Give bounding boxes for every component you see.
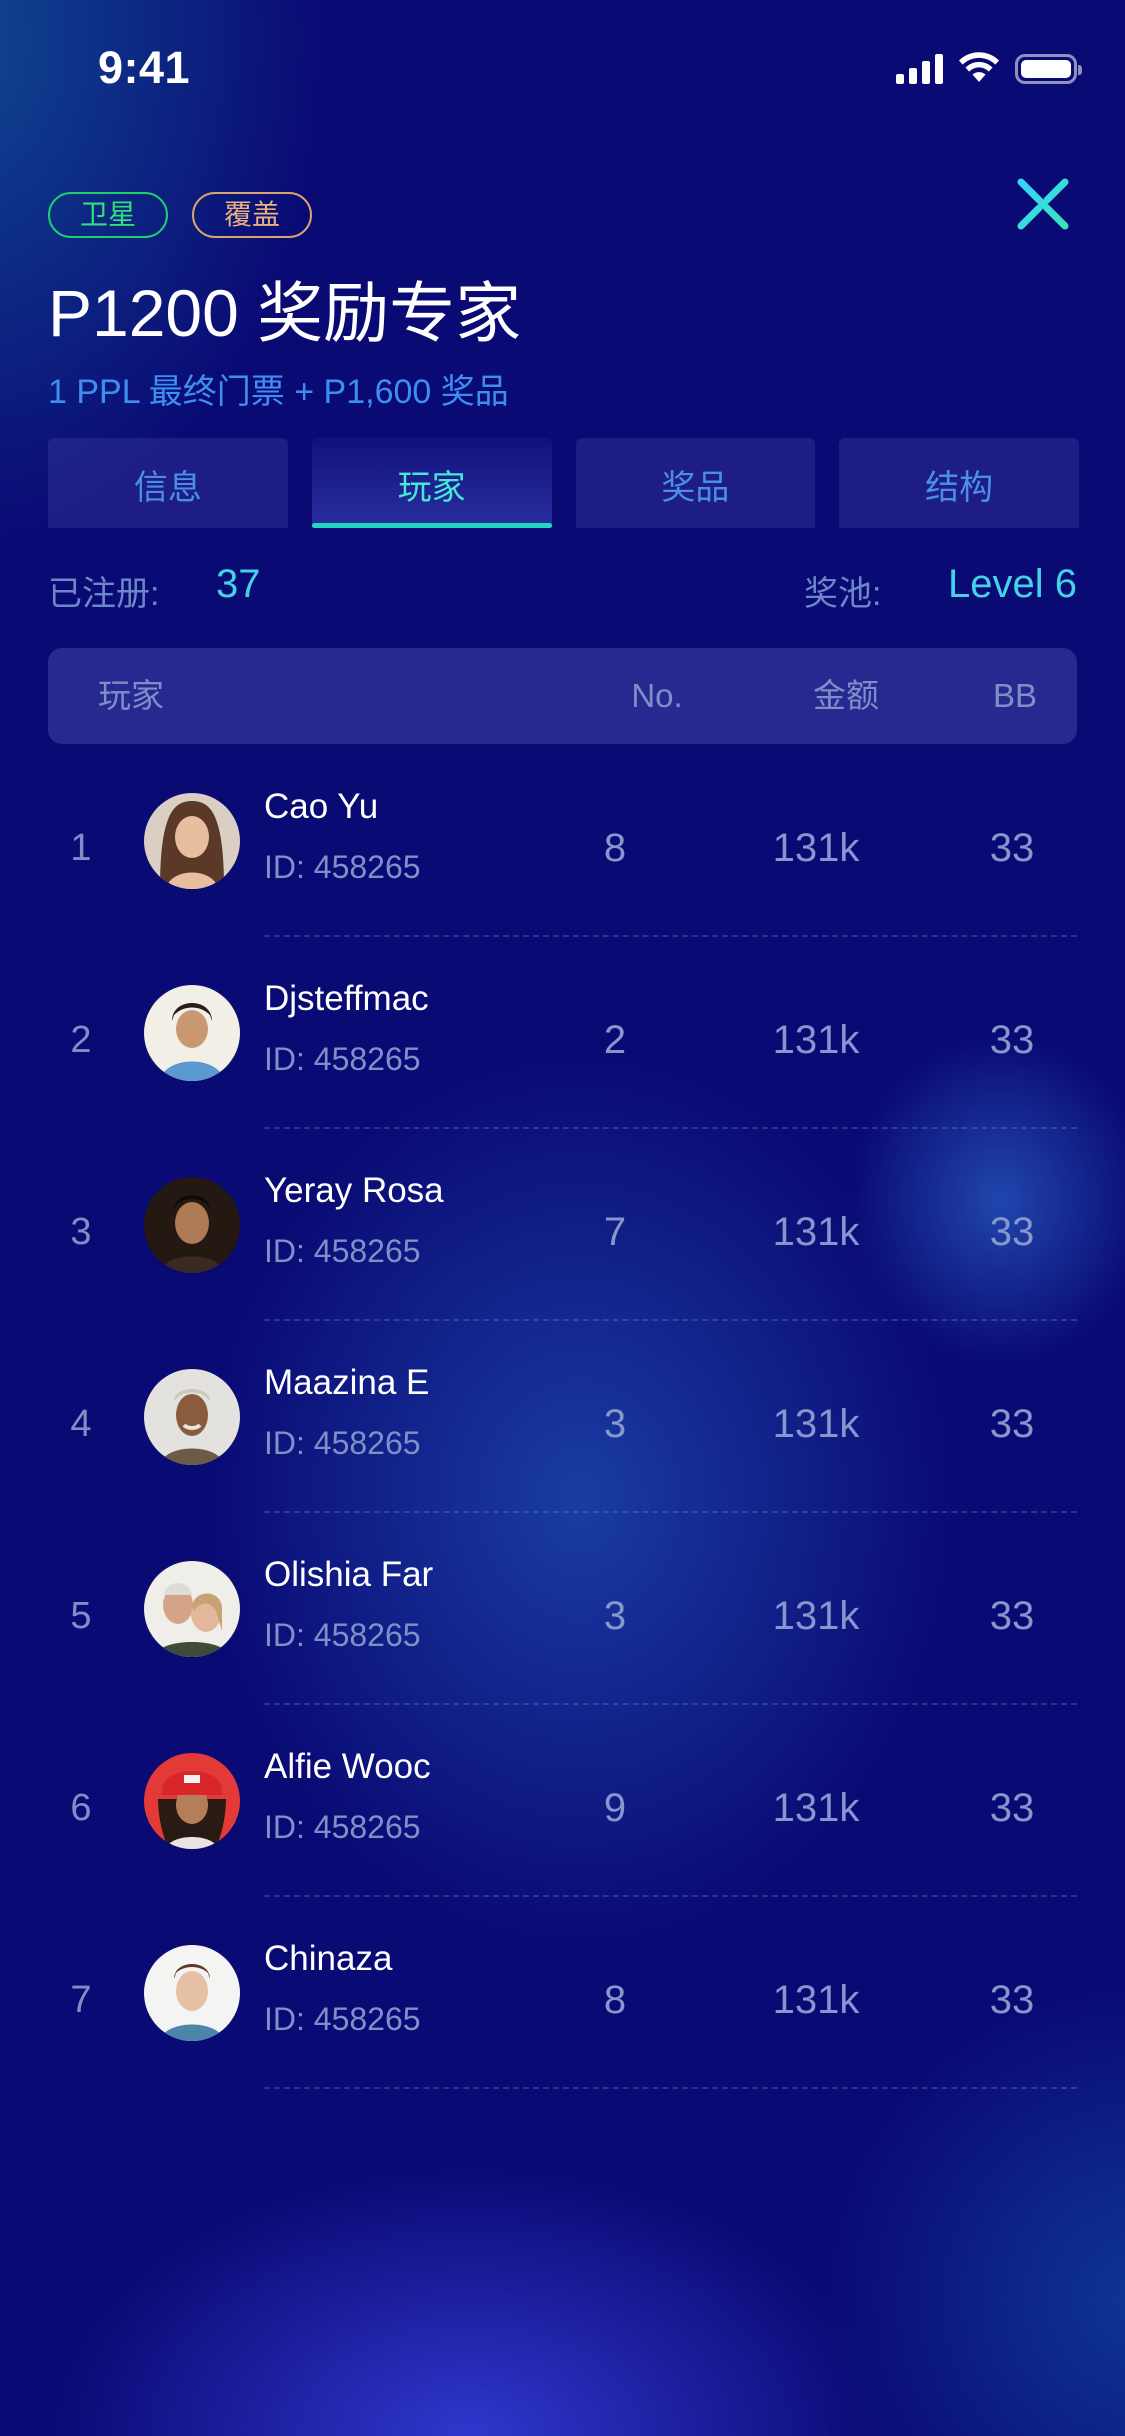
rank: 6 bbox=[70, 1787, 92, 1829]
cell-no: 3 bbox=[603, 1594, 627, 1638]
cell-no: 8 bbox=[603, 826, 627, 870]
prize-pool-value: Level 6 bbox=[948, 562, 1077, 606]
table-row[interactable]: 1 Cao Yu ID: 458265 8 131k 33 bbox=[0, 745, 1125, 937]
prize-pool-label: 奖池: bbox=[804, 575, 882, 613]
player-id: ID: 458265 bbox=[264, 2001, 421, 2037]
tag-satellite: 卫星 bbox=[48, 192, 169, 238]
column-header-bb: BB bbox=[992, 677, 1037, 714]
cell-bb: 33 bbox=[989, 826, 1035, 870]
player-name: Cao Yu bbox=[264, 787, 379, 826]
avatar[interactable] bbox=[144, 1945, 240, 2041]
cell-bb: 33 bbox=[989, 1018, 1035, 1062]
player-id: ID: 458265 bbox=[264, 1809, 421, 1845]
cell-no: 7 bbox=[603, 1210, 627, 1254]
rank: 4 bbox=[70, 1403, 92, 1445]
tab-info[interactable]: 信息 bbox=[48, 438, 288, 528]
cell-bb: 33 bbox=[989, 1402, 1035, 1446]
table-row[interactable]: 3 Yeray Rosa ID: 458265 7 131k 33 bbox=[0, 1129, 1125, 1321]
table-row[interactable]: 6 Alfie Wooc ID: 458265 9 131k 33 bbox=[0, 1705, 1125, 1897]
cell-no: 2 bbox=[603, 1018, 627, 1062]
cell-bb: 33 bbox=[989, 1210, 1035, 1254]
tag-group: 卫星 覆盖 bbox=[48, 192, 313, 238]
player-id: ID: 458265 bbox=[264, 1617, 421, 1653]
cell-amount: 131k bbox=[772, 1786, 860, 1830]
table-row[interactable]: 2 Djsteffmac ID: 458265 2 131k 33 bbox=[0, 937, 1125, 1129]
rank: 2 bbox=[70, 1019, 92, 1061]
avatar[interactable] bbox=[144, 1561, 240, 1657]
avatar[interactable] bbox=[144, 1753, 240, 1849]
cell-no: 3 bbox=[603, 1402, 627, 1446]
player-id: ID: 458265 bbox=[264, 1425, 421, 1461]
close-button[interactable] bbox=[1015, 176, 1071, 232]
page-subtitle: 1 PPL 最终门票 + P1,600 奖品 bbox=[48, 373, 509, 411]
rank: 1 bbox=[70, 827, 92, 869]
rank: 3 bbox=[70, 1211, 92, 1253]
cellular-signal-icon bbox=[896, 52, 943, 84]
player-name: Maazina E bbox=[264, 1363, 430, 1402]
wifi-icon bbox=[959, 52, 999, 82]
cell-amount: 131k bbox=[772, 1594, 860, 1638]
tab-structure[interactable]: 结构 bbox=[839, 438, 1079, 528]
avatar[interactable] bbox=[144, 985, 240, 1081]
cell-no: 8 bbox=[603, 1978, 627, 2022]
tab-bar: 信息 玩家 奖品 结构 bbox=[48, 438, 1079, 528]
cell-bb: 33 bbox=[989, 1594, 1035, 1638]
table-header: 玩家 No. 金额 BB bbox=[48, 648, 1077, 744]
tag-overlay: 覆盖 bbox=[192, 192, 313, 238]
status-time: 9:41 bbox=[98, 42, 191, 93]
cell-no: 9 bbox=[603, 1786, 627, 1830]
table-row[interactable]: 7 Chinaza ID: 458265 8 131k 33 bbox=[0, 1897, 1125, 2089]
player-name: Alfie Wooc bbox=[264, 1747, 431, 1786]
player-id: ID: 458265 bbox=[264, 849, 421, 885]
tab-players[interactable]: 玩家 bbox=[311, 438, 552, 528]
table-row[interactable]: 4 Maazina E ID: 458265 3 131k 33 bbox=[0, 1321, 1125, 1513]
player-id: ID: 458265 bbox=[264, 1041, 421, 1077]
avatar[interactable] bbox=[144, 1369, 240, 1465]
player-list: 1 Cao Yu ID: 458265 8 131k 33 2 Djsteffm… bbox=[0, 745, 1125, 2089]
cell-bb: 33 bbox=[989, 1786, 1035, 1830]
battery-icon bbox=[1015, 54, 1082, 84]
cell-amount: 131k bbox=[772, 1018, 860, 1062]
tab-prizes[interactable]: 奖品 bbox=[575, 438, 816, 528]
cell-bb: 33 bbox=[989, 1978, 1035, 2022]
column-header-player: 玩家 bbox=[98, 677, 164, 714]
table-row[interactable]: 5 Olishia Far ID: 458265 3 131k 33 bbox=[0, 1513, 1125, 1705]
rank: 5 bbox=[70, 1595, 92, 1637]
cell-amount: 131k bbox=[772, 1210, 860, 1254]
cell-amount: 131k bbox=[772, 1978, 860, 2022]
status-icons bbox=[896, 52, 1082, 84]
status-bar: 9:41 bbox=[0, 0, 1125, 132]
close-x-icon bbox=[1017, 178, 1069, 230]
column-header-no: No. bbox=[631, 677, 683, 714]
cell-amount: 131k bbox=[772, 826, 860, 870]
page-title: P1200 奖励专家 bbox=[48, 276, 522, 350]
avatar[interactable] bbox=[144, 1177, 240, 1273]
player-name: Chinaza bbox=[264, 1939, 393, 1978]
column-header-amount: 金额 bbox=[813, 677, 879, 714]
player-name: Djsteffmac bbox=[264, 979, 429, 1018]
rank: 7 bbox=[70, 1979, 92, 2021]
registered-label: 已注册: bbox=[48, 575, 160, 613]
avatar[interactable] bbox=[144, 793, 240, 889]
player-id: ID: 458265 bbox=[264, 1233, 421, 1269]
registered-count: 37 bbox=[216, 562, 261, 606]
player-name: Olishia Far bbox=[264, 1555, 434, 1594]
player-name: Yeray Rosa bbox=[264, 1171, 444, 1210]
cell-amount: 131k bbox=[772, 1402, 860, 1446]
